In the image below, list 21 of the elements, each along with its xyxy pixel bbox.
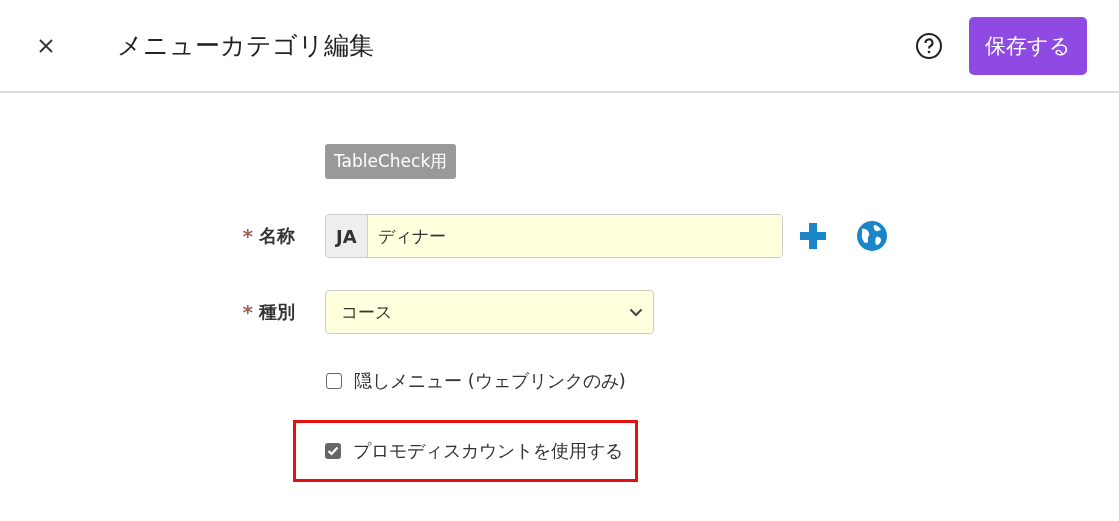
plus-icon xyxy=(798,221,828,251)
help-icon xyxy=(915,31,943,60)
field-label: 名称 xyxy=(259,224,295,248)
required-mark: * xyxy=(242,224,253,248)
field-label: 種別 xyxy=(259,300,295,324)
close-icon xyxy=(38,37,54,54)
checkbox[interactable] xyxy=(326,373,342,389)
checkbox-label: 隠しメニュー (ウェブリンクのみ) xyxy=(354,369,626,393)
checkbox[interactable] xyxy=(325,443,341,459)
add-button[interactable] xyxy=(798,221,828,251)
save-button[interactable]: 保存する xyxy=(969,16,1087,75)
checkbox-label: プロモディスカウントを使用する xyxy=(353,439,623,463)
type-select[interactable]: コース xyxy=(325,290,654,334)
translate-button[interactable] xyxy=(856,220,888,252)
help-button[interactable] xyxy=(915,31,943,60)
name-field[interactable]: JA ディナー xyxy=(325,214,783,258)
tablecheck-badge: TableCheck用 xyxy=(325,143,457,179)
page-title: メニューカテゴリ編集 xyxy=(117,30,375,62)
chevron-down-icon xyxy=(629,307,643,317)
globe-icon xyxy=(856,220,888,252)
required-mark: * xyxy=(242,300,253,324)
